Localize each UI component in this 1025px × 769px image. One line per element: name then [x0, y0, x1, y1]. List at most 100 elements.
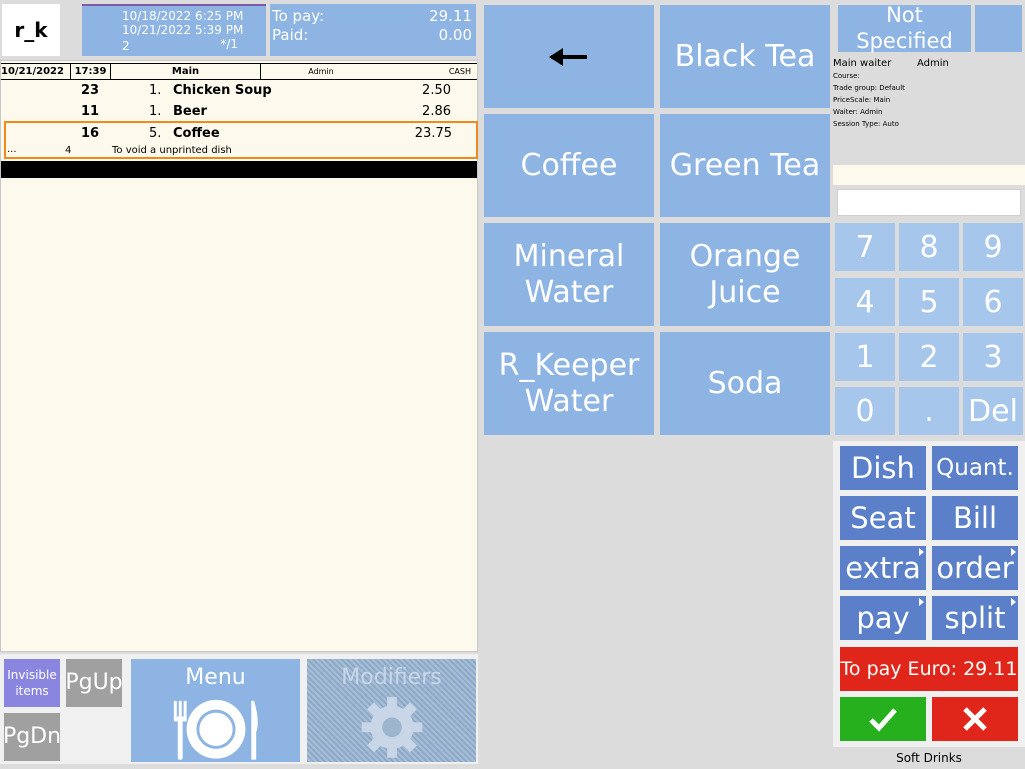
item-price: 23.75 [414, 126, 452, 141]
item-code: 23 [81, 83, 100, 98]
order-menu-button[interactable]: order [932, 546, 1018, 590]
order-list[interactable]: 10/21/2022 17:39 Main Admin CASH 23 1. C… [0, 60, 478, 652]
arrow-left-icon [549, 47, 587, 66]
modifiers-button[interactable]: Modifiers [307, 659, 476, 762]
numeric-input[interactable] [837, 189, 1021, 216]
dish-label-line2: Water [524, 274, 614, 310]
dish-rkeeper-water[interactable]: R_Keeper Water [484, 332, 654, 435]
waiter-label: Waiter: Admin [833, 108, 883, 116]
item-qty: 1. [149, 83, 162, 98]
trade-group-label: Trade group: Default [833, 84, 905, 92]
plate-cutlery-icon [173, 700, 258, 761]
split-label: split [944, 601, 1006, 635]
note-num: 4 [65, 145, 72, 156]
key-5[interactable]: 5 [899, 278, 959, 326]
key-2[interactable]: 2 [899, 333, 959, 381]
ok-button[interactable] [840, 697, 926, 741]
page-up-button[interactable]: PgUp [65, 659, 123, 707]
dish-coffee[interactable]: Coffee [484, 114, 654, 217]
submenu-arrow-icon [1011, 548, 1016, 556]
submenu-arrow-icon [1011, 598, 1016, 606]
item-name: Chicken Soup [173, 83, 272, 98]
bill-button[interactable]: Bill [932, 496, 1018, 540]
order-menu: Main [111, 64, 261, 79]
dish-label-line1: Mineral [513, 238, 625, 274]
extra-label: extra [845, 551, 921, 585]
session-type-label: Session Type: Auto [833, 120, 899, 128]
key-3[interactable]: 3 [963, 333, 1023, 381]
item-code: 11 [81, 104, 100, 119]
dish-soda[interactable]: Soda [660, 332, 830, 435]
logo-box: r_k [2, 4, 60, 56]
key-9[interactable]: 9 [963, 223, 1023, 271]
key-7[interactable]: 7 [835, 223, 895, 271]
order-date: 10/21/2022 [1, 64, 71, 79]
dish-label-line1: R_Keeper [498, 347, 640, 383]
item-name: Beer [173, 104, 207, 119]
dish-label-line1: Orange [689, 238, 801, 274]
dish-label-line2: Juice [709, 274, 781, 310]
main-waiter-label: Main waiter [833, 58, 892, 69]
order-list-header: 10/21/2022 17:39 Main Admin CASH [1, 63, 477, 80]
key-del[interactable]: Del [963, 387, 1023, 435]
table-ref: */1 [220, 37, 238, 51]
key-4[interactable]: 4 [835, 278, 895, 326]
order-time: 17:39 [71, 64, 111, 79]
order-waiter: Admin [308, 67, 334, 76]
course-label: Course: [833, 72, 860, 80]
price-scale-label: PriceScale: Main [833, 96, 891, 104]
dish-label-line2: Water [524, 383, 614, 419]
open-datetime: 10/18/2022 6:25 PM [122, 9, 244, 23]
order-row-selected[interactable]: 16 5. Coffee 23.75 ... 4 To void a unpri… [4, 121, 478, 159]
cancel-button[interactable] [932, 697, 1018, 741]
customer-extra-button[interactable] [975, 5, 1022, 52]
pay-menu-button[interactable]: pay [840, 596, 926, 640]
order-row[interactable]: 11 1. Beer 2.86 [1, 102, 477, 122]
item-code: 16 [81, 126, 100, 141]
menu-button[interactable]: Menu [131, 659, 300, 762]
key-0[interactable]: 0 [835, 387, 895, 435]
modifiers-label: Modifiers [341, 665, 442, 690]
key-1[interactable]: 1 [835, 333, 895, 381]
seat-button[interactable]: Seat [840, 496, 926, 540]
submenu-arrow-icon [919, 548, 924, 556]
dish-green-tea[interactable]: Green Tea [660, 114, 830, 217]
page-down-button[interactable]: PgDn [3, 713, 61, 761]
dish-orange-juice[interactable]: Orange Juice [660, 223, 830, 326]
order-row[interactable]: 23 1. Chicken Soup 2.50 [1, 81, 477, 101]
pay-label: pay [856, 601, 910, 635]
gear-icon [361, 697, 422, 759]
order-label: order [936, 551, 1014, 585]
quantity-mode-button[interactable]: Quant. [932, 446, 1018, 490]
close-icon [963, 707, 987, 731]
back-button[interactable] [484, 5, 654, 108]
order-info-box: 10/18/2022 6:25 PM 10/21/2022 5:39 PM 2 … [82, 4, 266, 56]
dish-black-tea[interactable]: Black Tea [660, 5, 830, 108]
dish-mode-button[interactable]: Dish [840, 446, 926, 490]
extra-menu-button[interactable]: extra [840, 546, 926, 590]
item-price: 2.86 [422, 104, 451, 119]
category-label: Soft Drinks [896, 751, 962, 765]
key-6[interactable]: 6 [963, 278, 1023, 326]
main-waiter-value: Admin [917, 58, 949, 69]
current-datetime: 10/21/2022 5:39 PM [122, 23, 244, 37]
split-menu-button[interactable]: split [932, 596, 1018, 640]
guest-count: 2 [122, 39, 130, 53]
dish-mineral-water[interactable]: Mineral Water [484, 223, 654, 326]
item-qty: 5. [149, 126, 162, 141]
item-price: 2.50 [422, 83, 451, 98]
to-pay-label: To pay: [272, 7, 325, 25]
menu-label: Menu [185, 665, 246, 690]
item-name: Coffee [173, 126, 220, 141]
key-dot[interactable]: . [899, 387, 959, 435]
note-text: To void a unprinted dish [112, 145, 232, 156]
info-details: Main waiter Admin Course: Trade group: D… [833, 58, 1023, 158]
paid-label: Paid: [272, 26, 309, 44]
invisible-items-button[interactable]: Invisible items [4, 659, 60, 707]
key-8[interactable]: 8 [899, 223, 959, 271]
paid-value: 0.00 [438, 26, 472, 44]
to-pay-button[interactable]: To pay Euro: 29.11 [840, 647, 1018, 691]
submenu-arrow-icon [919, 598, 924, 606]
checkmark-icon [869, 708, 897, 732]
customer-button[interactable]: Not Specified [838, 3, 971, 53]
